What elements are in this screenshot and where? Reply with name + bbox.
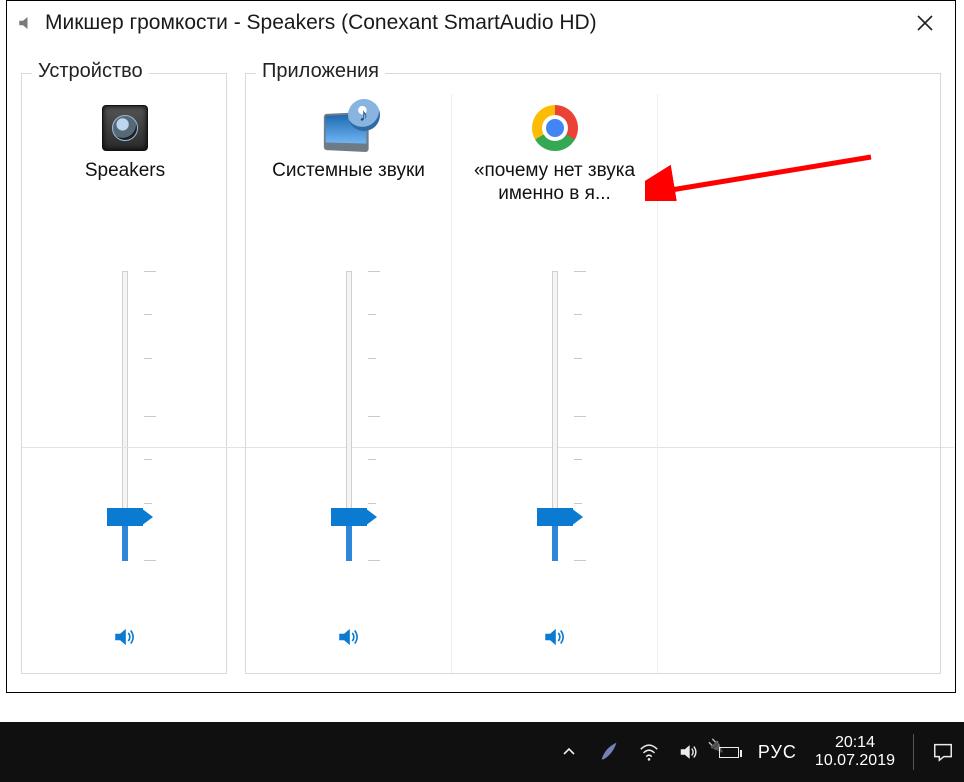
- wifi-tray-icon[interactable]: [638, 741, 660, 763]
- sound-on-icon: [542, 624, 568, 650]
- sound-icon: [678, 741, 700, 763]
- mixer-content: Устройство Speakers: [21, 73, 941, 674]
- app-volume-slider[interactable]: [538, 271, 572, 561]
- language-indicator[interactable]: РУС: [758, 742, 797, 763]
- device-label: Speakers: [77, 160, 173, 214]
- device-icon-button[interactable]: [102, 98, 148, 158]
- speaker-icon: [17, 14, 35, 32]
- app-column-chrome: «почему нет звука именно в я...: [452, 94, 658, 673]
- close-icon: [916, 14, 934, 32]
- chrome-icon: [532, 105, 578, 151]
- chevron-up-icon: [561, 744, 577, 760]
- feather-tray-icon[interactable]: [598, 741, 620, 763]
- sound-on-icon: [112, 624, 138, 650]
- sound-on-icon: [336, 624, 362, 650]
- app-icon-button[interactable]: [532, 98, 578, 158]
- app-mute-button[interactable]: [336, 609, 362, 665]
- device-volume-slider[interactable]: [108, 271, 142, 561]
- taskbar-separator: [913, 734, 914, 770]
- app-label: «почему нет звука именно в я...: [452, 160, 657, 214]
- tray-overflow-button[interactable]: [558, 741, 580, 763]
- volume-tray-icon[interactable]: [678, 741, 700, 763]
- volume-mixer-window: Микшер громкости - Speakers (Conexant Sm…: [6, 0, 956, 693]
- feather-icon: [598, 741, 620, 763]
- applications-group: Приложения Системные звуки: [245, 73, 941, 674]
- device-mute-button[interactable]: [112, 609, 138, 665]
- app-label: Системные звуки: [264, 160, 433, 214]
- taskbar-clock[interactable]: 20:14 10.07.2019: [815, 734, 895, 771]
- apps-empty-space: [658, 94, 940, 673]
- app-column-system-sounds: Системные звуки: [246, 94, 452, 673]
- notification-icon: [932, 741, 954, 763]
- battery-icon: [719, 747, 739, 758]
- titlebar[interactable]: Микшер громкости - Speakers (Conexant Sm…: [7, 1, 955, 45]
- app-icon-button[interactable]: [320, 98, 378, 158]
- clock-time: 20:14: [815, 734, 895, 752]
- window-title: Микшер громкости - Speakers (Conexant Sm…: [45, 11, 901, 35]
- app-volume-slider[interactable]: [332, 271, 366, 561]
- taskbar: 🔌 РУС 20:14 10.07.2019: [0, 722, 964, 782]
- device-group: Устройство Speakers: [21, 73, 227, 674]
- close-button[interactable]: [901, 5, 949, 41]
- app-mute-button[interactable]: [542, 609, 568, 665]
- clock-date: 10.07.2019: [815, 752, 895, 770]
- device-group-label: Устройство: [32, 60, 149, 83]
- applications-group-label: Приложения: [256, 60, 385, 83]
- battery-tray-icon[interactable]: 🔌: [718, 741, 740, 763]
- speaker-device-icon: [102, 105, 148, 151]
- wifi-icon: [638, 741, 660, 763]
- action-center-button[interactable]: [932, 741, 954, 763]
- system-sounds-icon: [320, 103, 378, 153]
- device-column: Speakers: [22, 94, 228, 673]
